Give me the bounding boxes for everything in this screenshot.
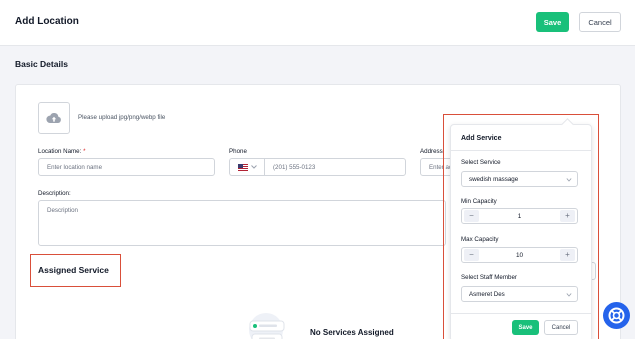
location-name-input[interactable]: Enter location name xyxy=(38,158,215,176)
image-upload-box[interactable] xyxy=(38,102,70,134)
max-capacity-decrement[interactable]: − xyxy=(464,249,479,261)
service-select-value: swedish massage xyxy=(469,175,519,183)
add-service-popup xyxy=(450,124,592,339)
min-capacity-decrement[interactable]: − xyxy=(464,210,479,222)
description-label: Description: xyxy=(38,190,71,197)
required-asterisk: * xyxy=(83,148,86,155)
assigned-service-heading: Assigned Service xyxy=(38,265,109,275)
help-lifebuoy-icon xyxy=(608,307,625,324)
empty-state-illustration xyxy=(249,313,285,339)
staff-member-label: Select Staff Member xyxy=(461,274,517,281)
description-textarea[interactable]: Description xyxy=(38,200,446,246)
max-capacity-value[interactable]: 10 xyxy=(482,248,557,262)
phone-country-select[interactable] xyxy=(229,158,265,176)
location-name-label: Location Name: * xyxy=(38,148,86,155)
min-capacity-value[interactable]: 1 xyxy=(482,209,557,223)
chevron-down-icon xyxy=(566,293,572,297)
basic-details-heading: Basic Details xyxy=(15,59,68,69)
chevron-down-icon xyxy=(251,165,257,169)
page-title: Add Location xyxy=(15,16,79,27)
popup-footer-divider xyxy=(450,313,592,314)
max-capacity-stepper: − 10 + xyxy=(461,247,578,263)
save-button[interactable]: Save xyxy=(536,12,569,32)
upload-hint: Please upload jpg/png/webp file xyxy=(78,114,166,121)
popup-divider xyxy=(450,150,592,151)
us-flag-icon xyxy=(238,163,248,171)
min-capacity-increment[interactable]: + xyxy=(560,210,575,222)
popup-cancel-button[interactable]: Cancel xyxy=(544,320,578,335)
empty-state-title: No Services Assigned xyxy=(310,328,394,337)
cloud-upload-icon xyxy=(46,113,61,123)
address-label: Address: xyxy=(420,148,445,155)
add-service-title: Add Service xyxy=(461,135,502,142)
cancel-button[interactable]: Cancel xyxy=(579,12,621,32)
staff-member-value: Asmeret Des xyxy=(469,290,505,298)
min-capacity-stepper: − 1 + xyxy=(461,208,578,224)
select-service-label: Select Service xyxy=(461,159,501,166)
max-capacity-increment[interactable]: + xyxy=(560,249,575,261)
phone-label: Phone xyxy=(229,148,247,155)
service-select[interactable]: swedish massage xyxy=(461,171,578,187)
help-button[interactable] xyxy=(603,302,630,329)
chevron-down-icon xyxy=(566,178,572,182)
max-capacity-label: Max Capacity xyxy=(461,236,499,243)
min-capacity-label: Min Capacity xyxy=(461,198,497,205)
location-name-label-text: Location Name: xyxy=(38,148,82,155)
phone-input[interactable]: (201) 555-0123 xyxy=(264,158,406,176)
popup-save-button[interactable]: Save xyxy=(512,320,539,335)
staff-member-select[interactable]: Asmeret Des xyxy=(461,286,578,302)
